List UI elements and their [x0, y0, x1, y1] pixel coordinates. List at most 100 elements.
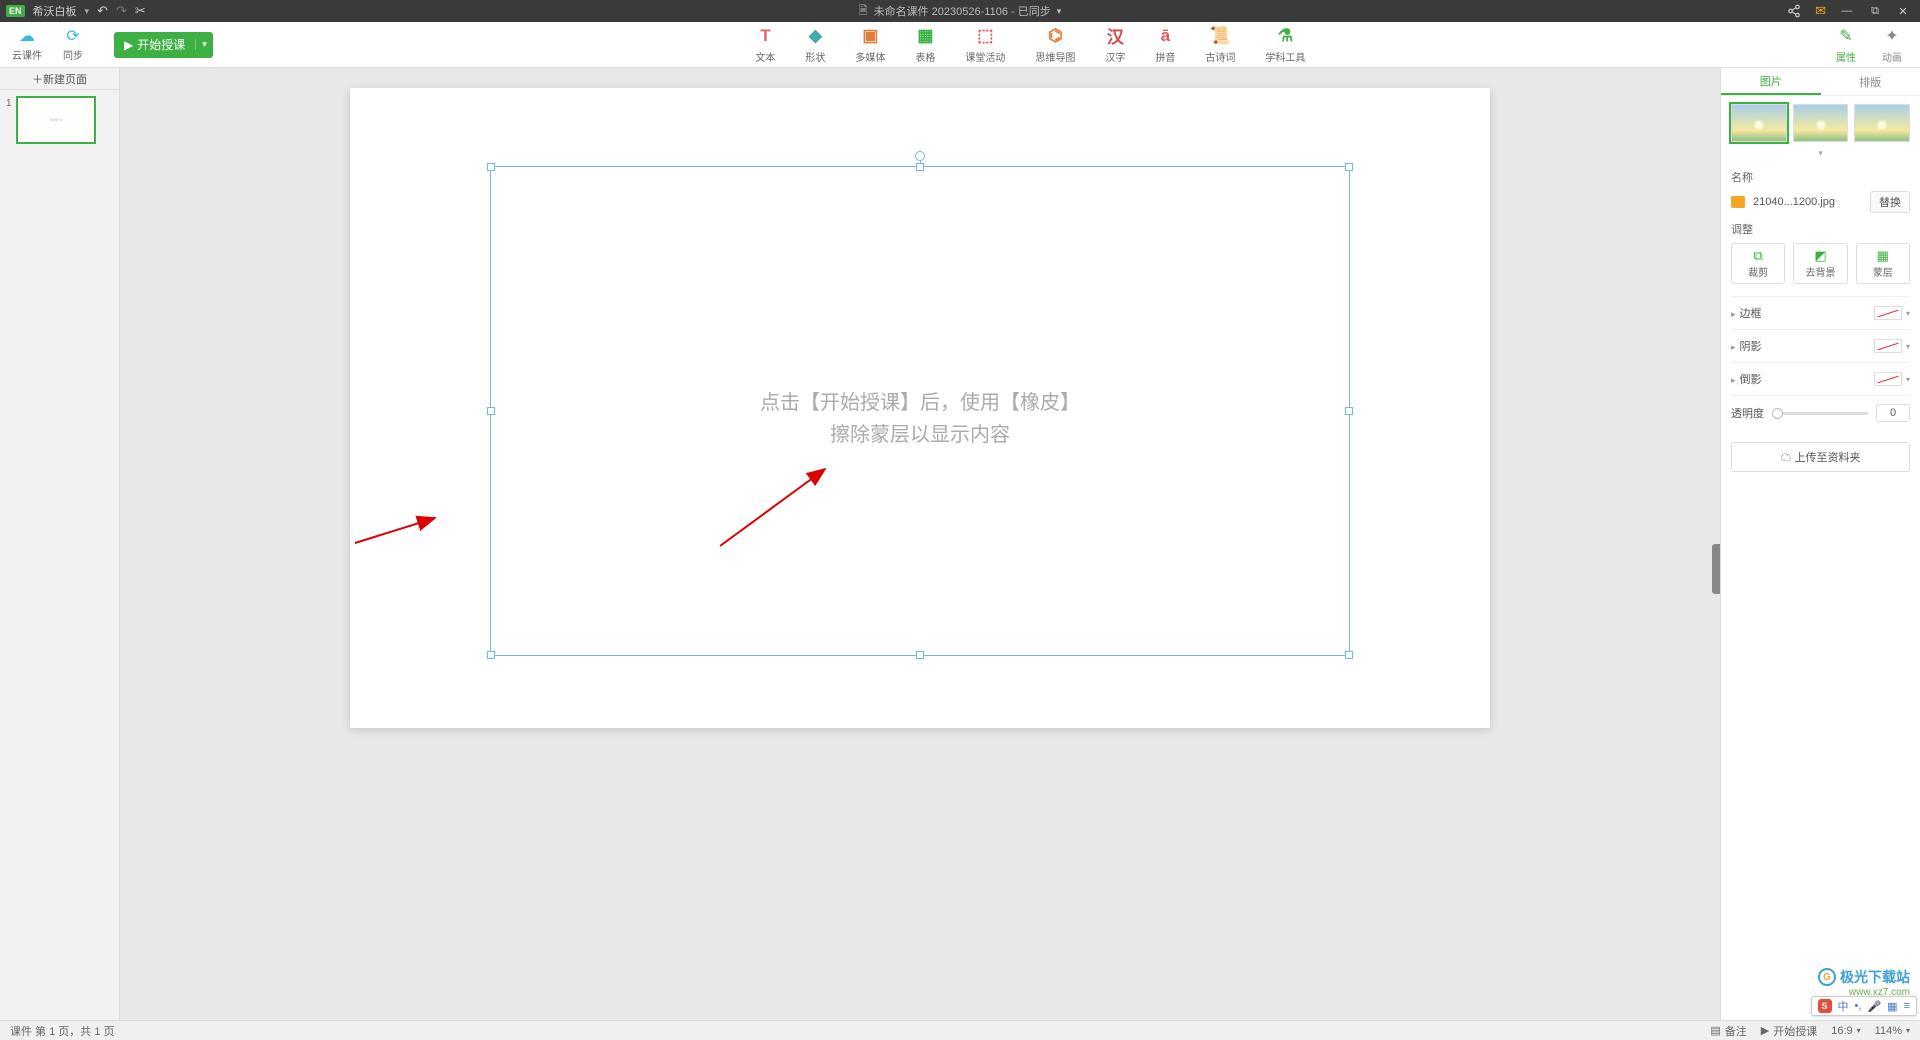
- chevron-right-icon: ▸: [1731, 342, 1736, 352]
- play-icon: ▶: [1761, 1024, 1769, 1037]
- resize-handle-mb[interactable]: [916, 651, 924, 659]
- image-style-1[interactable]: [1731, 104, 1787, 142]
- ime-mic-icon[interactable]: 🎤: [1867, 1000, 1881, 1013]
- redo-icon[interactable]: ↷: [116, 3, 127, 19]
- tool-icon: ⬚: [977, 26, 993, 46]
- resize-handle-bl[interactable]: [487, 651, 495, 659]
- start-label: 开始授课: [137, 36, 185, 53]
- side-collapse-handle[interactable]: [1712, 544, 1720, 594]
- properties-button[interactable]: ✎ 属性: [1836, 26, 1856, 64]
- resize-handle-tr[interactable]: [1345, 163, 1353, 171]
- ime-zh[interactable]: 中: [1838, 998, 1849, 1014]
- document-title: 未命名课件 20230526-1106 - 已同步: [874, 3, 1051, 19]
- tool-多媒体[interactable]: ▣多媒体: [855, 26, 885, 64]
- close-icon[interactable]: ✕: [1896, 5, 1910, 18]
- tool-古诗词[interactable]: 📜古诗词: [1205, 26, 1235, 64]
- app-dropdown-icon[interactable]: ▾: [85, 6, 90, 17]
- tool-label: 学科工具: [1265, 49, 1305, 64]
- resize-handle-br[interactable]: [1345, 651, 1353, 659]
- doc-dropdown-icon[interactable]: ▾: [1057, 6, 1062, 17]
- slide-thumbnail[interactable]: （缩略图内容）: [16, 96, 96, 144]
- sync-button[interactable]: ⟳ 同步: [62, 27, 84, 62]
- dropdown-icon[interactable]: ▾: [1906, 309, 1910, 318]
- tool-形状[interactable]: ◆形状: [805, 26, 825, 64]
- tool-icon: 汉: [1107, 26, 1124, 46]
- start-lecture-status[interactable]: ▶开始授课: [1761, 1023, 1817, 1039]
- app-name: 希沃白板: [33, 3, 77, 19]
- main-area: ＋ 新建页面 1 （缩略图内容）: [0, 68, 1920, 1020]
- tool-label: 拼音: [1155, 49, 1175, 64]
- tool-学科工具[interactable]: ⚗ 学科工具: [1265, 26, 1305, 64]
- cloud-button[interactable]: ☁ 云课件: [12, 27, 42, 62]
- ime-bar[interactable]: S 中 •, 🎤 ▦ ≡: [1811, 996, 1917, 1016]
- ime-punct-icon[interactable]: •,: [1855, 1000, 1862, 1012]
- opacity-label: 透明度: [1731, 405, 1764, 421]
- animation-label: 动画: [1882, 49, 1902, 64]
- cloud-icon: ☁: [16, 27, 38, 45]
- opacity-slider[interactable]: [1772, 412, 1868, 415]
- undo-icon[interactable]: ↶: [97, 3, 108, 19]
- crop-button[interactable]: ⧉裁剪: [1731, 243, 1785, 284]
- watermark: G极光下载站 www.xz7.com: [1818, 967, 1910, 998]
- reflection-preview: [1874, 372, 1902, 386]
- statusbar: 课件 第 1 页，共 1 页 ▤备注 ▶开始授课 16:9▾ 114%▾: [0, 1020, 1920, 1040]
- section-name-title: 名称: [1731, 169, 1910, 185]
- mail-icon[interactable]: ✉: [1815, 3, 1826, 19]
- thumb-number: 1: [6, 96, 12, 109]
- image-style-3[interactable]: [1854, 104, 1910, 142]
- tool-icon: ⚗: [1278, 26, 1293, 46]
- properties-label: 属性: [1836, 49, 1856, 64]
- shadow-row[interactable]: ▸阴影 ▾: [1731, 329, 1910, 362]
- removebg-button[interactable]: ◩去背景: [1793, 243, 1847, 284]
- border-preview: [1874, 306, 1902, 320]
- tab-image[interactable]: 图片: [1721, 68, 1821, 95]
- image-style-2[interactable]: [1793, 104, 1849, 142]
- notes-button[interactable]: ▤备注: [1710, 1023, 1746, 1039]
- cut-icon[interactable]: ✂: [135, 3, 146, 19]
- animation-button[interactable]: ✦ 动画: [1882, 26, 1902, 64]
- tool-icon: ⌬: [1048, 26, 1063, 46]
- selection-box[interactable]: 点击【开始授课】后，使用【橡皮】 擦除蒙层以显示内容: [490, 166, 1350, 656]
- dropdown-icon[interactable]: ▾: [1906, 342, 1910, 351]
- slider-thumb[interactable]: [1772, 408, 1783, 419]
- tool-拼音[interactable]: ā拼音: [1155, 26, 1175, 64]
- annotation-arrow-2: [715, 461, 835, 551]
- share-icon[interactable]: [1787, 4, 1801, 18]
- border-row[interactable]: ▸边框 ▾: [1731, 296, 1910, 329]
- tool-文本[interactable]: T文本: [755, 26, 775, 64]
- style-more[interactable]: ▾: [1731, 148, 1910, 159]
- upload-button[interactable]: ☁ 上传至资料夹: [1731, 442, 1910, 472]
- resize-handle-tl[interactable]: [487, 163, 495, 171]
- tool-表格[interactable]: ▦表格: [915, 26, 935, 64]
- maximize-icon[interactable]: ⧉: [1868, 5, 1882, 18]
- start-dropdown-icon[interactable]: ▾: [195, 39, 213, 50]
- aspect-ratio[interactable]: 16:9▾: [1831, 1025, 1860, 1037]
- tool-icon: T: [760, 26, 770, 46]
- dropdown-icon[interactable]: ▾: [1906, 375, 1910, 384]
- tab-layout[interactable]: 排版: [1821, 68, 1920, 95]
- rotation-handle[interactable]: [915, 151, 925, 161]
- document-icon: 🗎: [859, 2, 868, 21]
- new-page-button[interactable]: ＋ 新建页面: [0, 68, 119, 90]
- replace-button[interactable]: 替换: [1870, 191, 1910, 213]
- zoom-level[interactable]: 114%▾: [1875, 1025, 1910, 1037]
- plus-icon: ＋: [32, 71, 43, 87]
- tool-课堂活动[interactable]: ⬚ 课堂活动: [965, 26, 1005, 64]
- tool-label: 课堂活动: [965, 49, 1005, 64]
- tool-汉字[interactable]: 汉汉字: [1105, 26, 1125, 64]
- minimize-icon[interactable]: —: [1840, 5, 1854, 17]
- page-status: 课件 第 1 页，共 1 页: [10, 1023, 115, 1039]
- titlebar: EN 希沃白板 ▾ ↶ ↷ ✂ 🗎 未命名课件 20230526-1106 - …: [0, 0, 1920, 22]
- mask-button[interactable]: ▦蒙层: [1856, 243, 1910, 284]
- slide[interactable]: 点击【开始授课】后，使用【橡皮】 擦除蒙层以显示内容: [350, 88, 1490, 728]
- tool-label: 汉字: [1105, 49, 1125, 64]
- canvas-area[interactable]: 点击【开始授课】后，使用【橡皮】 擦除蒙层以显示内容: [120, 68, 1720, 1020]
- ime-menu-icon[interactable]: ≡: [1904, 1000, 1910, 1012]
- opacity-value[interactable]: 0: [1876, 404, 1910, 422]
- start-lecture-button[interactable]: ▶开始授课 ▾: [114, 32, 213, 58]
- ime-keyboard-icon[interactable]: ▦: [1887, 1000, 1897, 1013]
- tool-思维导图[interactable]: ⌬思维导图: [1035, 26, 1075, 64]
- resize-handle-mt[interactable]: [916, 163, 924, 171]
- tool-icon: ▦: [917, 26, 933, 46]
- reflection-row[interactable]: ▸倒影 ▾: [1731, 362, 1910, 395]
